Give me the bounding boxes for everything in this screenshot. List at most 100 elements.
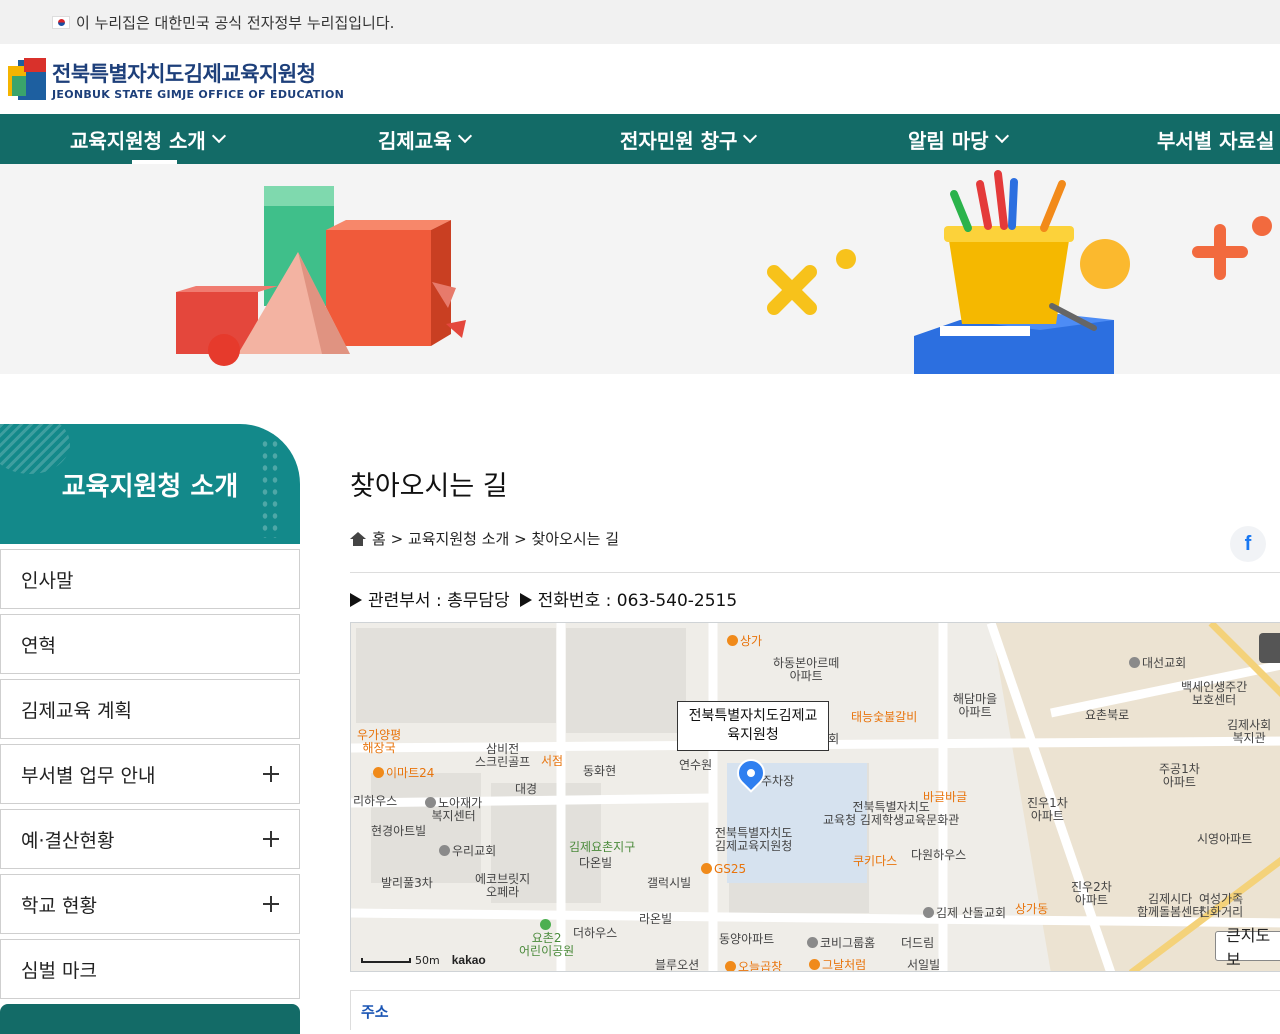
- map-label: 에코브릿지오페라: [475, 873, 530, 899]
- map-label: 상가동: [1015, 903, 1048, 916]
- logo-name-en[interactable]: JEONBUK STATE GIMJE OFFICE OF EDUCATION: [52, 88, 344, 101]
- address-heading: 주소: [361, 1003, 389, 1021]
- dept-label: 관련부서 : 총무담당: [368, 591, 510, 611]
- logo[interactable]: 전북특별자치도김제교육지원청 JEONBUK STATE GIMJE OFFIC…: [52, 58, 344, 101]
- map-label: 다온빌: [579, 857, 612, 870]
- facebook-share-icon[interactable]: f: [1230, 526, 1266, 562]
- map-label: 리하우스: [353, 795, 397, 808]
- gnb-item-label: 김제교육: [378, 125, 452, 154]
- map-label: 동양아파트: [719, 933, 774, 946]
- dept-info: 관련부서 : 총무담당: [350, 586, 510, 611]
- gnb-item-label: 부서별 자료실: [1157, 125, 1274, 154]
- map-label: 이마트24: [373, 767, 434, 780]
- bigmap-button[interactable]: 큰지도보: [1215, 931, 1280, 961]
- map-label: 다원하우스: [911, 849, 966, 862]
- gov-banner-text: 이 누리집은 대한민국 공식 전자정부 누리집입니다.: [76, 12, 394, 33]
- home-icon[interactable]: [350, 532, 366, 546]
- breadcrumb-separator: >: [391, 530, 404, 548]
- triangle-bullet-icon: [350, 593, 362, 607]
- breadcrumb-current: 찾아오시는 길: [531, 528, 619, 549]
- map-label: 노아재가복지센터: [425, 797, 482, 823]
- page-title: 찾아오시는 길: [350, 464, 508, 503]
- address-section: 주소: [350, 990, 1280, 1030]
- gnb-item-label: 전자민원 창구: [620, 125, 737, 154]
- map-label: 우리교회: [439, 845, 496, 858]
- korea-flag-icon: [52, 16, 70, 29]
- side-nav-header: 교육지원청 소개: [0, 424, 300, 544]
- map-label: 갤럭시빌: [647, 877, 691, 890]
- side-item-budget[interactable]: 예·결산현황: [0, 809, 300, 869]
- chevron-down-icon: [995, 129, 1009, 143]
- map-label: 더하우스: [573, 927, 617, 940]
- map-label: 대경: [515, 783, 537, 796]
- map-label: 우가양평해장국: [357, 729, 401, 755]
- plus-icon[interactable]: [263, 831, 279, 847]
- side-item-dept-guide[interactable]: 부서별 업무 안내: [0, 744, 300, 804]
- side-item-label: 김제교육 계획: [21, 696, 132, 723]
- map-label: 더드림: [901, 937, 934, 950]
- gnb-item-dept-archive[interactable]: 부서별 자료실: [1157, 114, 1274, 164]
- map-label: GS25: [701, 863, 746, 876]
- map-scale: 50m kakao: [361, 953, 486, 967]
- map-label: 삼비전스크린골프: [475, 743, 530, 769]
- gnb-item-notices[interactable]: 알림 마당: [908, 114, 1007, 164]
- side-navigation: 교육지원청 소개 인사말 연혁 김제교육 계획 부서별 업무 안내 예·결산현황…: [0, 424, 300, 1034]
- infobox-line: 육지원청: [727, 727, 779, 743]
- map-control-icon[interactable]: [1259, 633, 1280, 663]
- map-label: 시영아파트: [1197, 833, 1252, 846]
- chevron-down-icon: [458, 129, 472, 143]
- decorative-stripe: [0, 424, 70, 474]
- map-label: 현경아트빌: [371, 825, 426, 838]
- hero-banner: [0, 164, 1280, 374]
- map-label: 여성가족친화거리: [1199, 893, 1243, 919]
- map-label: 코비그룹홈: [807, 937, 875, 950]
- map-label: 대선교회: [1129, 657, 1186, 670]
- map-label: 오늘곱창: [725, 961, 782, 972]
- breadcrumb-about[interactable]: 교육지원청 소개: [408, 528, 509, 549]
- map-label: 상가: [727, 635, 762, 648]
- breadcrumb-home[interactable]: 홈: [372, 528, 386, 549]
- gnb-item-gimje-education[interactable]: 김제교육: [378, 114, 470, 164]
- phone-label: 전화번호 : 063-540-2515: [538, 591, 738, 611]
- chevron-down-icon: [743, 129, 757, 143]
- map-label: 김제 산돌교회: [923, 907, 1006, 920]
- plus-icon[interactable]: [263, 766, 279, 782]
- side-item-active[interactable]: [0, 1004, 300, 1034]
- phone-info: 전화번호 : 063-540-2515: [520, 586, 738, 611]
- side-item-label: 인사말: [21, 566, 73, 593]
- map-label: 해담마을아파트: [953, 693, 997, 719]
- map-label: 진우1차아파트: [1027, 797, 1068, 823]
- decorative-dots: [260, 438, 280, 538]
- map-provider-logo[interactable]: kakao: [452, 953, 486, 967]
- map-label: 전북특별자치도교육청 김제학생교육문화관: [823, 801, 959, 827]
- map-label: 연수원: [679, 759, 712, 772]
- banner-illustration: [0, 164, 1280, 374]
- plus-icon[interactable]: [263, 896, 279, 912]
- map-label: 하동본아르떼아파트: [773, 657, 839, 683]
- side-item-symbol-mark[interactable]: 심벌 마크: [0, 939, 300, 999]
- side-item-school-status[interactable]: 학교 현황: [0, 874, 300, 934]
- map-label: 전북특별자치도김제교육지원청: [715, 827, 792, 853]
- side-item-history[interactable]: 연혁: [0, 614, 300, 674]
- side-item-label: 예·결산현황: [21, 826, 114, 853]
- map-label: 백세인생주간보호센터: [1181, 681, 1247, 707]
- main-navigation: 교육지원청 소개 김제교육 전자민원 창구 알림 마당 부서별 자료실: [0, 114, 1280, 164]
- map-label: 태능숯불갈비: [851, 711, 917, 724]
- side-item-label: 연혁: [21, 631, 56, 658]
- map-label: 쿠키다스: [853, 855, 897, 868]
- map-label: 요촌북로: [1085, 709, 1129, 722]
- gnb-item-e-civil[interactable]: 전자민원 창구: [620, 114, 755, 164]
- site-header: 전북특별자치도김제교육지원청 JEONBUK STATE GIMJE OFFIC…: [0, 44, 1280, 114]
- gnb-item-about[interactable]: 교육지원청 소개: [70, 114, 224, 164]
- map-label: 블루오션: [655, 959, 699, 972]
- logo-icon[interactable]: [8, 58, 46, 100]
- side-item-greeting[interactable]: 인사말: [0, 549, 300, 609]
- gnb-item-label: 알림 마당: [908, 125, 989, 154]
- map-label: 동화현: [583, 765, 616, 778]
- side-item-education-plan[interactable]: 김제교육 계획: [0, 679, 300, 739]
- map-infowindow: 전북특별자치도김제교 육지원청: [677, 701, 829, 751]
- map-label: 김제사회복지관: [1227, 719, 1271, 745]
- side-item-label: 학교 현황: [21, 891, 97, 918]
- location-map[interactable]: 상가 하동본아르떼아파트 태능숯불갈비 해담마을아파트 대선교회 백세인생주간보…: [350, 622, 1280, 972]
- logo-name-ko[interactable]: 전북특별자치도김제교육지원청: [52, 58, 344, 88]
